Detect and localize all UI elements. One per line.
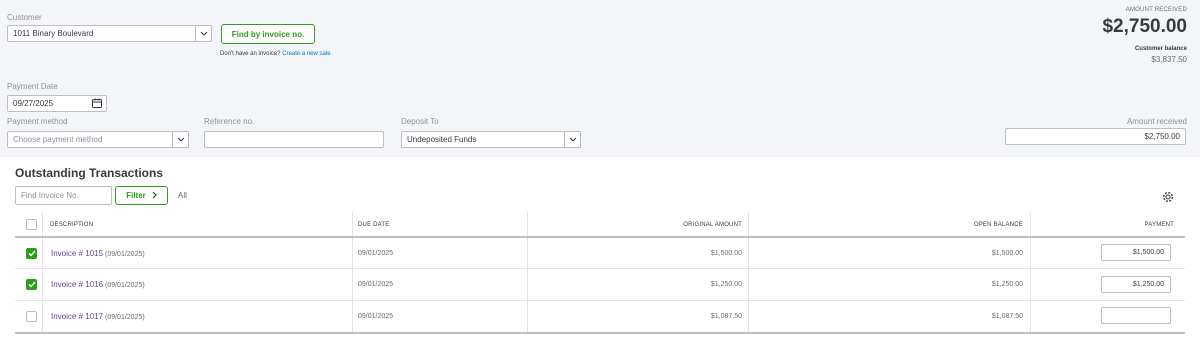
payment-input[interactable]: $1,500.00 bbox=[1101, 244, 1171, 261]
no-invoice-text: Don't have an invoice? bbox=[220, 51, 281, 57]
header-divider bbox=[15, 236, 1185, 238]
payment-header-panel: Customer 1011 Binary Boulevard Find by i… bbox=[0, 0, 1200, 157]
invoice-link[interactable]: Invoice # 1017 bbox=[51, 312, 103, 321]
col-due-date: DUE DATE bbox=[358, 222, 390, 228]
outstanding-transactions-title: Outstanding Transactions bbox=[15, 166, 164, 180]
payment-date-value: 09/27/2025 bbox=[13, 99, 54, 108]
filter-button[interactable]: Filter bbox=[115, 186, 168, 205]
col-divider bbox=[527, 212, 528, 332]
find-invoice-input[interactable]: Find Invoice No. bbox=[15, 186, 112, 205]
row-checkbox[interactable] bbox=[26, 248, 37, 259]
payment-method-label: Payment method bbox=[7, 117, 68, 126]
payment-date-input[interactable]: 09/27/2025 bbox=[7, 95, 107, 112]
payment-input[interactable]: $1,250.00 bbox=[1101, 276, 1171, 293]
open-balance-cell: $1,500.00 bbox=[991, 250, 1023, 257]
deposit-to-select[interactable]: Undeposited Funds bbox=[401, 131, 581, 148]
col-open-balance: OPEN BALANCE bbox=[973, 222, 1023, 228]
invoice-link[interactable]: Invoice # 1015 bbox=[51, 249, 103, 258]
due-date-cell: 09/01/2025 bbox=[358, 250, 394, 257]
col-divider bbox=[1030, 212, 1031, 332]
payment-method-select[interactable]: Choose payment method bbox=[7, 131, 189, 148]
customer-label: Customer bbox=[7, 13, 42, 22]
col-divider bbox=[748, 212, 749, 332]
invoice-date: (09/01/2025) bbox=[105, 282, 145, 289]
col-payment: PAYMENT bbox=[1144, 222, 1174, 228]
due-date-cell: 09/01/2025 bbox=[358, 281, 394, 288]
invoice-date: (09/01/2025) bbox=[105, 251, 145, 258]
payment-input[interactable] bbox=[1101, 307, 1171, 324]
amount-received-total: $2,750.00 bbox=[1102, 16, 1187, 37]
payment-method-placeholder: Choose payment method bbox=[13, 135, 103, 144]
calendar-icon[interactable] bbox=[92, 98, 102, 111]
open-balance-cell: $1,250.00 bbox=[991, 281, 1023, 288]
original-amount-cell: $1,500.00 bbox=[710, 250, 742, 257]
amount-received-label: AMOUNT RECEIVED bbox=[1125, 7, 1187, 13]
deposit-to-value: Undeposited Funds bbox=[407, 135, 477, 144]
col-description: DESCRIPTION bbox=[50, 222, 94, 228]
due-date-cell: 09/01/2025 bbox=[358, 313, 394, 320]
row-divider bbox=[15, 268, 1185, 269]
customer-balance-value: $3,837.50 bbox=[1151, 55, 1187, 64]
customer-select[interactable]: 1011 Binary Boulevard bbox=[7, 25, 212, 42]
filter-label: Filter bbox=[126, 191, 146, 200]
col-divider bbox=[352, 212, 353, 332]
customer-balance-label: Customer balance bbox=[1134, 46, 1187, 52]
customer-value: 1011 Binary Boulevard bbox=[13, 29, 94, 38]
chevron-right-icon bbox=[152, 191, 157, 201]
reference-no-input[interactable] bbox=[204, 131, 384, 148]
check-icon bbox=[28, 281, 36, 288]
chevron-down-icon[interactable] bbox=[564, 132, 580, 147]
open-balance-cell: $1,087.50 bbox=[991, 313, 1023, 320]
deposit-to-label: Deposit To bbox=[401, 117, 439, 126]
invoice-cell: Invoice # 1017 (09/01/2025) bbox=[51, 312, 145, 321]
filter-value: All bbox=[178, 191, 187, 200]
find-by-invoice-button[interactable]: Find by invoice no. bbox=[221, 24, 315, 44]
original-amount-cell: $1,250.00 bbox=[710, 281, 742, 288]
row-checkbox[interactable] bbox=[26, 311, 37, 322]
create-sale-link[interactable]: Create a new sale bbox=[282, 51, 330, 57]
row-divider bbox=[15, 300, 1185, 301]
invoice-date: (09/01/2025) bbox=[105, 314, 145, 321]
invoice-cell: Invoice # 1016 (09/01/2025) bbox=[51, 280, 145, 289]
invoice-cell: Invoice # 1015 (09/01/2025) bbox=[51, 249, 145, 258]
amount-received-field-label: Amount received bbox=[1126, 117, 1187, 126]
reference-no-label: Reference no. bbox=[204, 117, 255, 126]
no-invoice-note: Don't have an invoice? Create a new sale bbox=[220, 51, 331, 57]
chevron-down-icon[interactable] bbox=[195, 26, 211, 41]
amount-received-input[interactable]: $2,750.00 bbox=[1005, 128, 1186, 145]
chevron-down-icon[interactable] bbox=[172, 132, 188, 147]
col-original-amount: ORIGINAL AMOUNT bbox=[683, 222, 742, 228]
gear-icon[interactable] bbox=[1162, 190, 1174, 208]
check-icon bbox=[28, 250, 36, 257]
table-bottom-divider bbox=[15, 332, 1185, 334]
payment-date-label: Payment Date bbox=[7, 82, 58, 91]
col-divider bbox=[42, 212, 43, 332]
original-amount-cell: $1,087.50 bbox=[710, 313, 742, 320]
select-all-checkbox[interactable] bbox=[26, 219, 37, 230]
row-checkbox[interactable] bbox=[26, 279, 37, 290]
invoice-link[interactable]: Invoice # 1016 bbox=[51, 280, 103, 289]
